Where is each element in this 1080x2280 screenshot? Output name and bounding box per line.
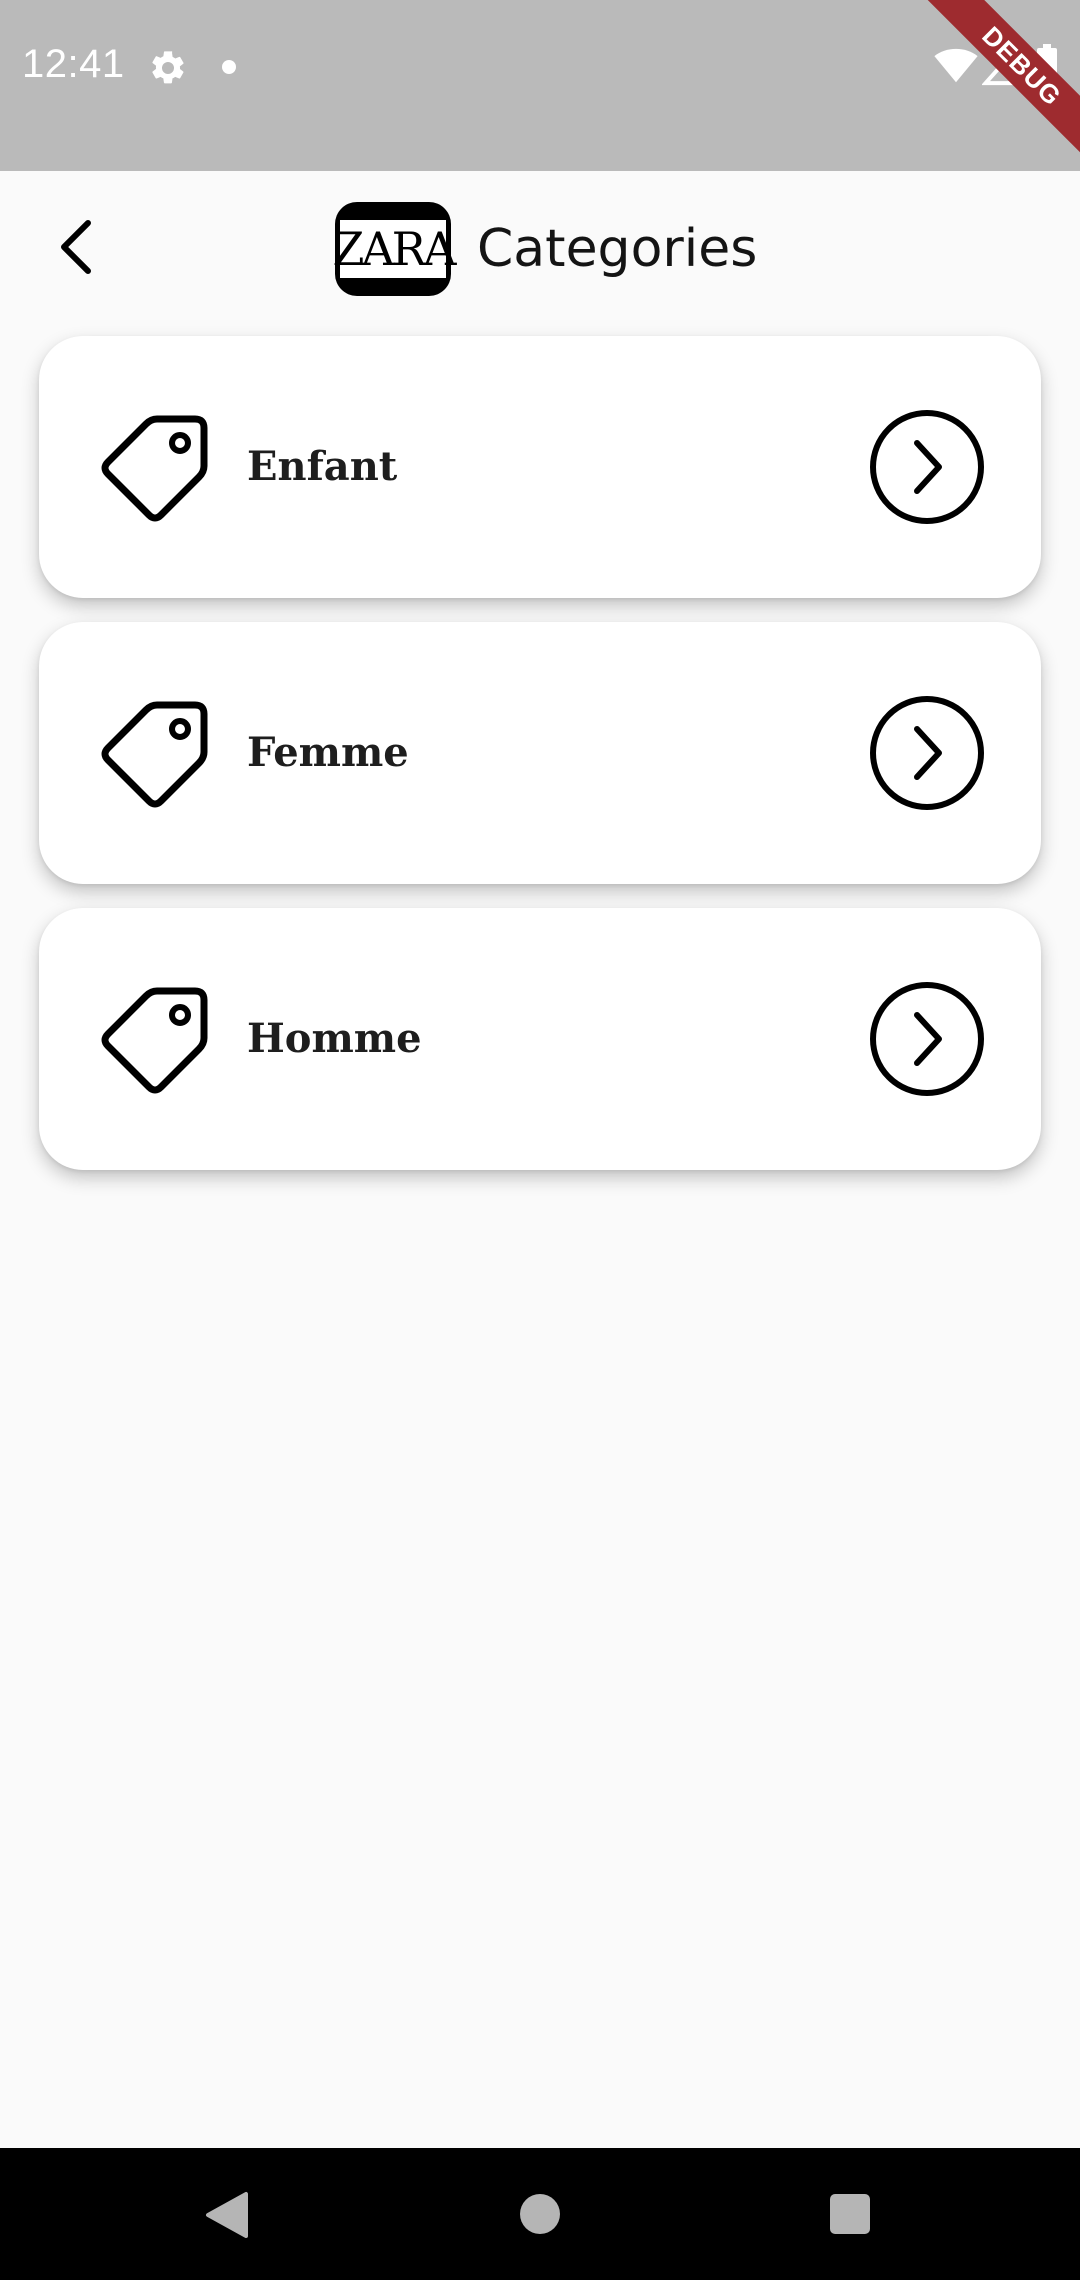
zara-logo-text: ZARA	[332, 220, 457, 278]
category-label: Homme	[247, 1015, 422, 1062]
zara-logo: ZARA	[332, 202, 457, 296]
tag-icon	[101, 701, 208, 808]
back-button[interactable]	[40, 211, 112, 283]
tag-icon	[101, 987, 208, 1094]
category-card-femme[interactable]: Femme	[39, 622, 1041, 884]
app-bar: ZARA Categories	[0, 171, 1080, 331]
chevron-right-circle-icon[interactable]	[867, 979, 987, 1099]
category-label: Femme	[247, 729, 409, 776]
tag-icon	[101, 415, 208, 522]
category-card-homme[interactable]: Homme	[39, 908, 1041, 1170]
category-card-enfant[interactable]: Enfant	[39, 336, 1041, 598]
settings-icon	[152, 51, 184, 84]
category-label: Enfant	[247, 443, 398, 490]
debug-banner: DEBUG	[880, 0, 1080, 200]
chevron-right-circle-icon[interactable]	[867, 693, 987, 813]
nav-back-icon[interactable]	[204, 2190, 250, 2240]
nav-home-icon[interactable]	[520, 2194, 560, 2234]
chevron-right-circle-icon[interactable]	[867, 407, 987, 527]
page-title: Categories	[477, 219, 758, 279]
nav-recents-icon[interactable]	[830, 2194, 870, 2234]
navigation-bar	[0, 2148, 1080, 2280]
status-time: 12:41	[22, 42, 125, 86]
notification-dot	[222, 60, 236, 74]
debug-label: DEBUG	[923, 0, 1080, 165]
chevron-left-icon	[61, 220, 91, 274]
title-group: ZARA Categories	[332, 201, 758, 297]
